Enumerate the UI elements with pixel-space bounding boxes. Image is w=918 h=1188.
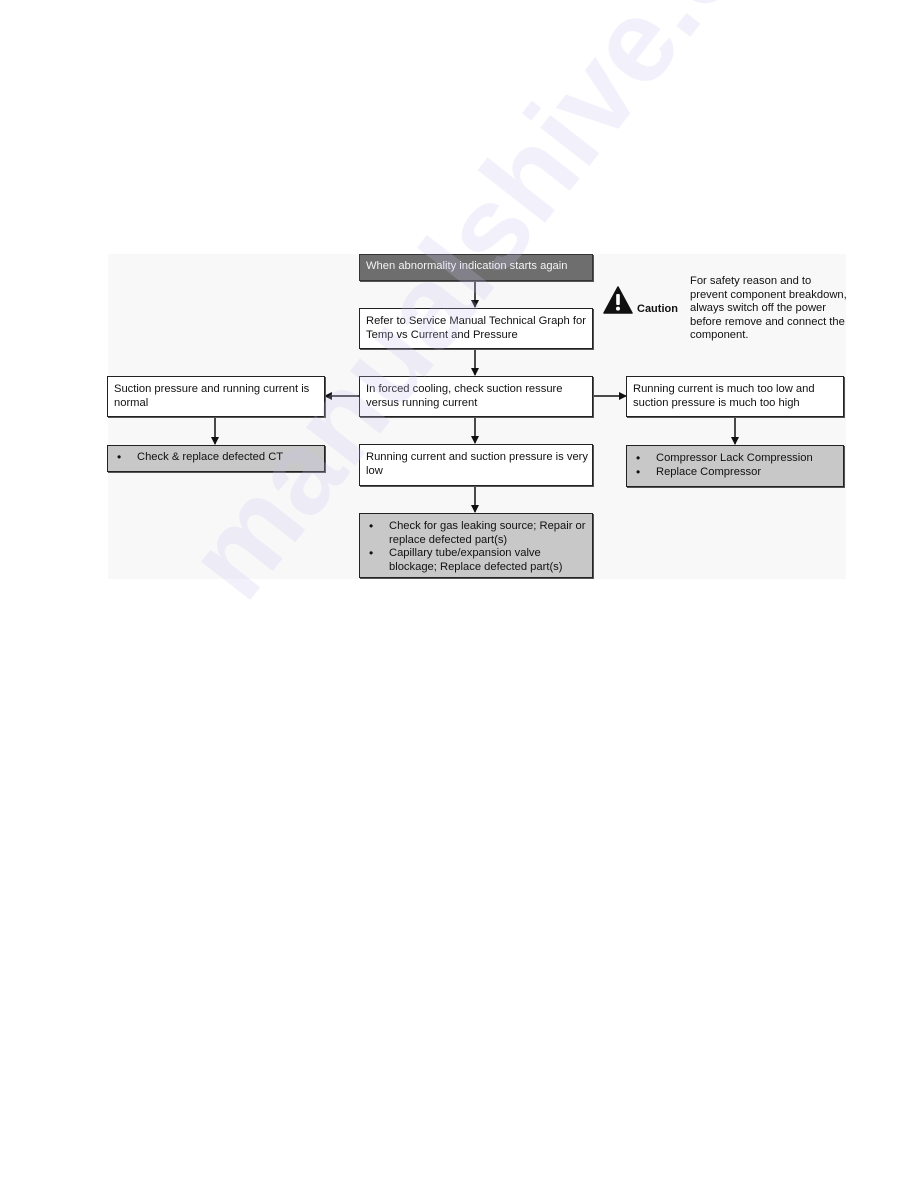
start-box: When abnormality indication starts again — [359, 254, 593, 281]
branch-normal-box: Suction pressure and running current is … — [107, 376, 325, 417]
list-item: Compressor Lack Compression — [633, 452, 843, 466]
result-compressor-list: Compressor Lack Compression Replace Comp… — [633, 452, 843, 479]
list-item: Check for gas leaking source; Repair or … — [366, 520, 586, 547]
branch-low-current-high-pressure-box: Running current is much too low and suct… — [626, 376, 844, 417]
refer-graph-box: Refer to Service Manual Technical Graph … — [359, 308, 593, 349]
warning-triangle-icon — [603, 286, 633, 314]
result-gas-leak-list: Check for gas leaking source; Repair or … — [366, 520, 586, 574]
branch-normal-text: Suction pressure and running current is … — [114, 383, 310, 409]
result-replace-ct-box: Check & replace defected CT — [107, 445, 325, 472]
result-gas-leak-box: Check for gas leaking source; Repair or … — [359, 513, 593, 578]
branch-very-low-text: Running current and suction pressure is … — [366, 451, 588, 477]
flow-connectors — [211, 281, 739, 513]
check-pressure-text: In forced cooling, check suction ressure… — [366, 383, 563, 409]
refer-graph-text: Refer to Service Manual Technical Graph … — [366, 315, 586, 341]
result-replace-ct-list: Check & replace defected CT — [114, 451, 324, 465]
list-item: Replace Compressor — [633, 466, 843, 480]
list-item: Capillary tube/expansion valve blockage;… — [366, 547, 586, 574]
result-compressor-box: Compressor Lack Compression Replace Comp… — [626, 445, 844, 487]
caution-text: For safety reason and to prevent compone… — [690, 275, 847, 342]
branch-low-current-high-pressure-text: Running current is much too low and suct… — [633, 383, 815, 409]
start-box-text: When abnormality indication starts again — [366, 260, 568, 272]
list-item: Check & replace defected CT — [114, 451, 324, 465]
branch-very-low-box: Running current and suction pressure is … — [359, 444, 593, 486]
caution-label: Caution — [637, 303, 678, 315]
check-pressure-box: In forced cooling, check suction ressure… — [359, 376, 593, 417]
